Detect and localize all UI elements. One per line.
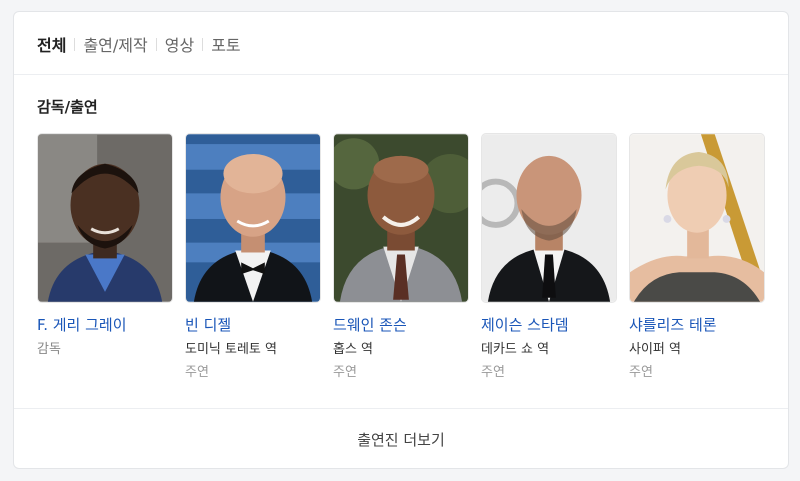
person-name[interactable]: F. 게리 그레이 xyxy=(37,315,173,335)
person-card[interactable]: 제이슨 스타뎀 데카드 쇼 역 주연 xyxy=(481,133,617,382)
person-role: 도미닉 토레토 역 xyxy=(185,342,277,357)
tab-photo[interactable]: 포토 xyxy=(211,32,240,56)
person-photo[interactable] xyxy=(629,133,765,303)
people-list: F. 게리 그레이 감독 빈 디젤 도미닉 토레토 역 주연 드웨인 존슨 홉스… xyxy=(37,133,765,382)
person-role: 사이퍼 역 xyxy=(629,342,681,357)
cast-card: 전체 출연/제작 영상 포토 감독/출연 F. 게리 그레이 감독 빈 디젤 도… xyxy=(13,11,789,469)
portrait-image xyxy=(630,134,764,302)
person-name[interactable]: 빈 디젤 xyxy=(185,315,321,335)
filter-tabs: 전체 출연/제작 영상 포토 xyxy=(37,32,241,56)
person-type: 주연 xyxy=(629,365,653,380)
person-card[interactable]: 빈 디젤 도미닉 토레토 역 주연 xyxy=(185,133,321,382)
tab-video[interactable]: 영상 xyxy=(165,32,194,56)
section-title: 감독/출연 xyxy=(37,98,98,116)
tab-cast-crew[interactable]: 출연/제작 xyxy=(83,32,147,56)
person-type: 주연 xyxy=(481,365,505,380)
person-photo[interactable] xyxy=(185,133,321,303)
tab-separator xyxy=(155,37,157,51)
person-card[interactable]: 드웨인 존슨 홉스 역 주연 xyxy=(333,133,469,382)
tab-separator xyxy=(202,37,204,51)
portrait-image xyxy=(186,134,320,302)
person-name[interactable]: 드웨인 존슨 xyxy=(333,315,469,335)
tab-separator xyxy=(74,37,76,51)
person-role: 홉스 역 xyxy=(333,342,374,357)
portrait-image xyxy=(482,134,616,302)
person-photo[interactable] xyxy=(481,133,617,303)
person-card[interactable]: 샤를리즈 테론 사이퍼 역 주연 xyxy=(629,133,765,382)
tabs-divider xyxy=(14,74,788,75)
person-role: 데카드 쇼 역 xyxy=(481,342,550,357)
person-name[interactable]: 제이슨 스타뎀 xyxy=(481,315,617,335)
person-type: 주연 xyxy=(185,365,209,380)
person-card[interactable]: F. 게리 그레이 감독 xyxy=(37,133,173,382)
person-photo[interactable] xyxy=(333,133,469,303)
person-type: 주연 xyxy=(333,365,357,380)
person-role: 감독 xyxy=(37,342,61,357)
portrait-image xyxy=(38,134,172,302)
person-photo[interactable] xyxy=(37,133,173,303)
portrait-image xyxy=(334,134,468,302)
tab-all[interactable]: 전체 xyxy=(37,32,66,56)
show-more-cast-button[interactable]: 출연진 더보기 xyxy=(14,409,788,468)
person-name[interactable]: 샤를리즈 테론 xyxy=(629,315,765,335)
